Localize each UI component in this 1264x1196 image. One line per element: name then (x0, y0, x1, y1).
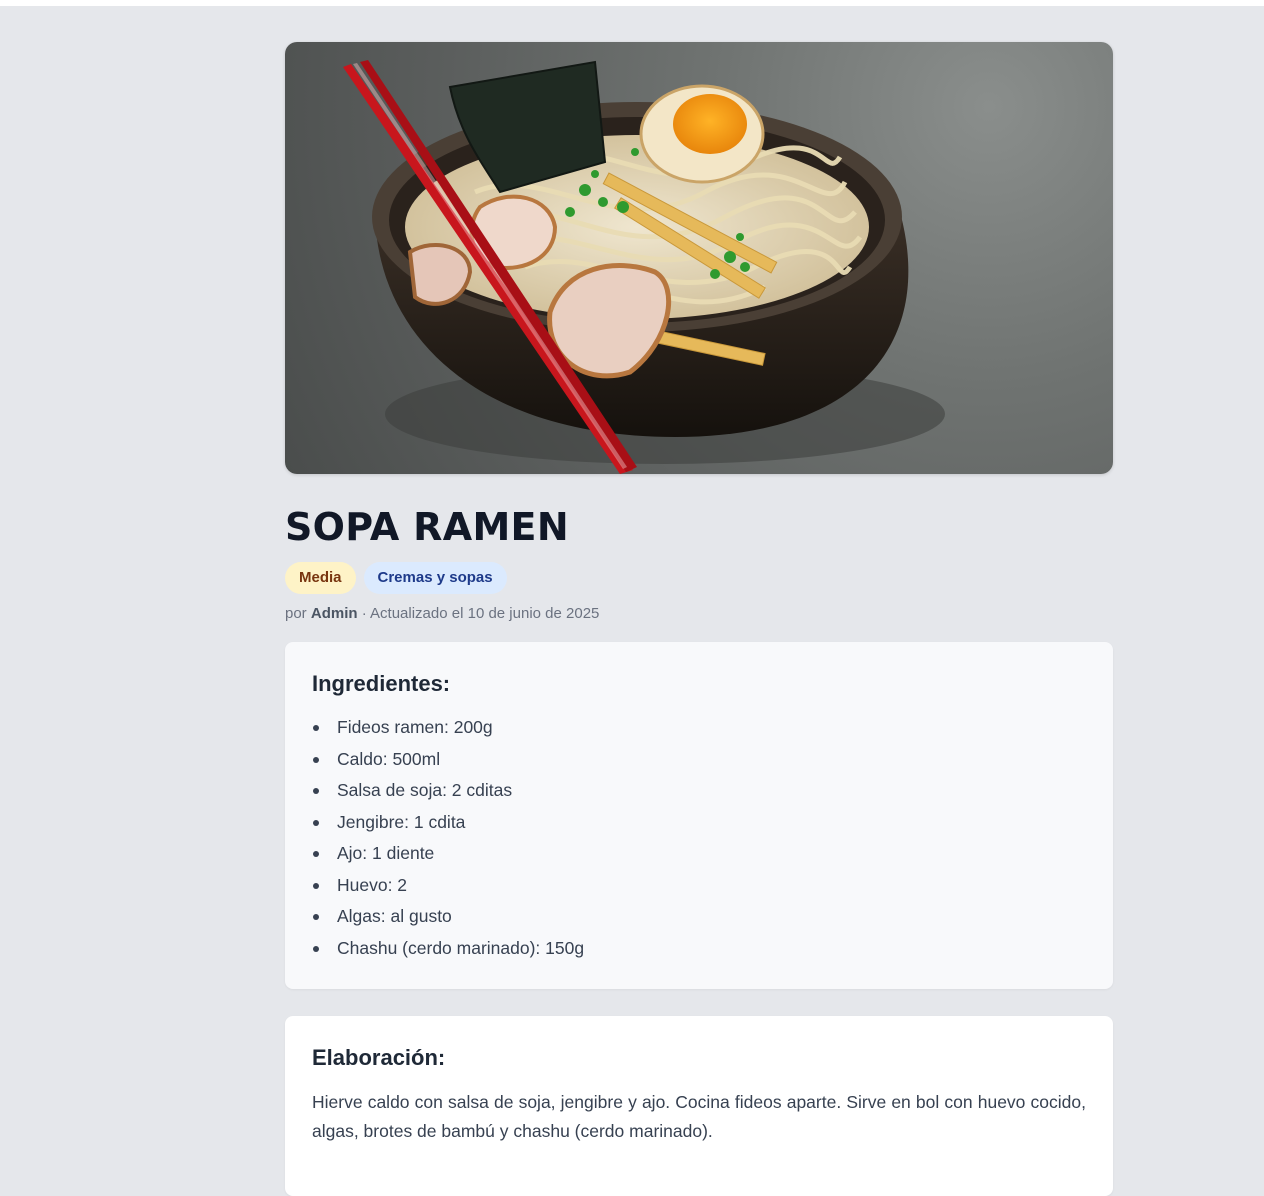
ramen-bowl-photo (343, 60, 945, 474)
recipe-meta: por Admin · Actualizado el 10 de junio d… (285, 604, 1113, 624)
ingredient-item: Fideos ramen: 200g (312, 712, 1086, 744)
elaboration-heading: Elaboración: (312, 1045, 446, 1070)
recipe-detail: SOPA RAMEN Media Cremas y sopas por Admi… (285, 42, 1113, 1196)
ingredient-item: Algas: al gusto (312, 901, 1086, 933)
elaboration-text: Hierve caldo con salsa de soja, jengibre… (312, 1092, 1086, 1141)
bullet-icon (313, 882, 319, 889)
ingredient-item: Caldo: 500ml (312, 744, 1086, 776)
updated-date: · Actualizado el 10 de junio de 2025 (361, 605, 600, 622)
ingredient-text: Fideos ramen: 200g (337, 717, 493, 737)
ingredient-item: Jengibre: 1 cdita (312, 807, 1086, 839)
ingredient-text: Jengibre: 1 cdita (337, 811, 466, 832)
recipe-image (285, 42, 1113, 474)
elaboration-card: Elaboración: Hierve caldo con salsa de s… (285, 1016, 1113, 1196)
ingredients-list: Fideos ramen: 200g Caldo: 500ml Salsa de… (312, 712, 1086, 964)
ingredient-text: Huevo: 2 (337, 874, 408, 895)
category-badge[interactable]: Cremas y sopas (363, 562, 507, 594)
recipe-title: SOPA RAMEN (285, 505, 569, 549)
ingredient-item: Salsa de soja: 2 cditas (312, 775, 1086, 807)
ingredient-text: Algas: al gusto (337, 906, 452, 926)
bullet-icon (313, 788, 319, 794)
bullet-icon (313, 756, 319, 763)
difficulty-badge: Media (285, 562, 356, 594)
meta-prefix: por (285, 605, 307, 622)
recipe-badges: Media Cremas y sopas (285, 562, 1113, 594)
ingredient-item: Chashu (cerdo marinado): 150g (312, 933, 1086, 965)
bullet-icon (313, 914, 319, 920)
bullet-icon (313, 945, 319, 952)
ingredients-heading: Ingredientes: (312, 671, 451, 696)
ingredients-card: Ingredientes: Fideos ramen: 200g Caldo: … (285, 642, 1113, 989)
author-name: Admin (310, 605, 358, 622)
ingredient-text: Salsa de soja: 2 cditas (337, 780, 513, 800)
bullet-icon (313, 851, 319, 857)
ingredient-item: Huevo: 2 (312, 870, 1086, 902)
ingredient-text: Ajo: 1 diente (337, 843, 435, 863)
top-bar (0, 0, 1264, 6)
ingredient-item: Ajo: 1 diente (312, 838, 1086, 870)
ingredient-text: Caldo: 500ml (337, 748, 441, 769)
bullet-icon (313, 819, 319, 826)
bullet-icon (313, 725, 319, 731)
ingredient-text: Chashu (cerdo marinado): 150g (337, 937, 585, 958)
